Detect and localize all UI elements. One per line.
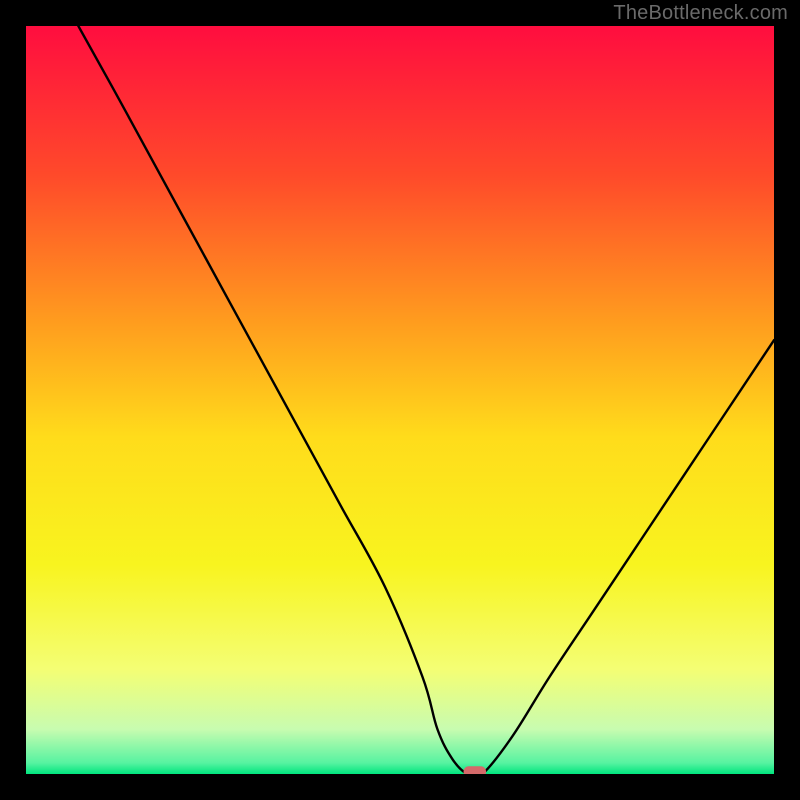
image-frame: TheBottleneck.com [0, 0, 800, 800]
optimal-marker [464, 766, 486, 774]
watermark-label: TheBottleneck.com [613, 2, 788, 25]
gradient-background [26, 26, 774, 774]
chart-svg [26, 26, 774, 774]
chart-plot-area [26, 26, 774, 774]
